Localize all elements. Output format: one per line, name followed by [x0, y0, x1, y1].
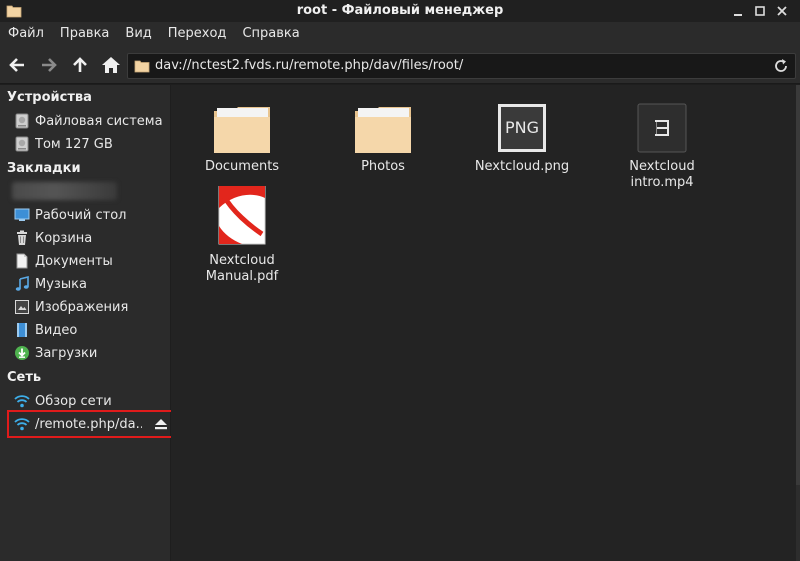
close-icon	[777, 6, 787, 16]
close-button[interactable]	[772, 2, 792, 20]
folder-icon	[214, 107, 270, 153]
location-bar[interactable]: dav://nctest2.fvds.ru/remote.php/dav/fil…	[127, 53, 796, 79]
arrow-left-icon	[9, 58, 24, 72]
maximize-icon	[755, 6, 765, 16]
forward-button[interactable]	[38, 54, 60, 76]
maximize-button[interactable]	[750, 2, 770, 20]
title-bar: root - Файловый менеджер	[0, 0, 800, 22]
menu-go[interactable]: Переход	[160, 22, 235, 46]
sidebar-item-pictures[interactable]: Изображения	[8, 296, 168, 318]
pdf-file-icon	[218, 186, 266, 245]
music-icon	[13, 275, 31, 293]
reload-button[interactable]	[773, 58, 789, 78]
menu-view[interactable]: Вид	[117, 22, 159, 46]
home-button[interactable]	[100, 54, 122, 76]
png-badge: PNG	[504, 118, 539, 137]
minimize-icon	[734, 14, 742, 16]
sidebar-item-videos[interactable]: Видео	[8, 319, 168, 341]
sidebar-item-filesystem[interactable]: Файловая система	[8, 110, 168, 132]
wifi-icon	[13, 392, 31, 410]
sidebar-item-desktop[interactable]: Рабочий стол	[8, 204, 168, 226]
download-icon	[13, 344, 31, 362]
up-button[interactable]	[69, 54, 91, 76]
scrollbar-thumb[interactable]	[796, 85, 800, 485]
toolbar: dav://nctest2.fvds.ru/remote.php/dav/fil…	[0, 46, 800, 84]
image-icon	[13, 298, 31, 316]
trash-icon	[13, 229, 31, 247]
sidebar-item-downloads[interactable]: Загрузки	[8, 342, 168, 364]
file-view: Documents Photos PNG Nextcloud.png Nextc…	[171, 85, 796, 561]
document-icon	[13, 252, 31, 270]
arrow-right-icon	[42, 58, 57, 72]
location-path[interactable]: dav://nctest2.fvds.ru/remote.php/dav/fil…	[155, 58, 463, 73]
sidebar-item-volume[interactable]: Том 127 GB	[8, 133, 168, 155]
sidebar: Устройства Файловая система Том 127 GB З…	[0, 85, 170, 561]
menu-edit[interactable]: Правка	[52, 22, 117, 46]
blurred-bookmark[interactable]	[12, 182, 117, 200]
menu-file[interactable]: Файл	[0, 22, 52, 46]
bookmarks-header: Закладки	[7, 161, 81, 176]
sidebar-item-network-browse[interactable]: Обзор сети	[8, 390, 168, 412]
highlight-box	[7, 410, 176, 438]
desktop-icon	[13, 206, 31, 224]
window-title: root - Файловый менеджер	[296, 3, 504, 18]
menu-bar: Файл Правка Вид Переход Справка	[0, 22, 800, 46]
back-button[interactable]	[6, 54, 28, 76]
sidebar-item-trash[interactable]: Корзина	[8, 227, 168, 249]
sidebar-item-documents[interactable]: Документы	[8, 250, 168, 272]
video-icon	[13, 321, 31, 339]
folder-icon	[355, 107, 411, 153]
minimize-button[interactable]	[728, 2, 748, 20]
video-file-icon	[637, 103, 687, 153]
sidebar-item-music[interactable]: Музыка	[8, 273, 168, 295]
drive-icon	[13, 112, 31, 130]
folder-icon	[134, 59, 150, 77]
menu-help[interactable]: Справка	[234, 22, 307, 46]
drive-icon	[13, 135, 31, 153]
reload-icon	[775, 59, 787, 72]
home-icon	[102, 57, 120, 73]
network-header: Сеть	[7, 370, 42, 385]
scrollbar[interactable]	[796, 85, 800, 561]
devices-header: Устройства	[7, 90, 92, 105]
arrow-up-icon	[73, 57, 87, 72]
